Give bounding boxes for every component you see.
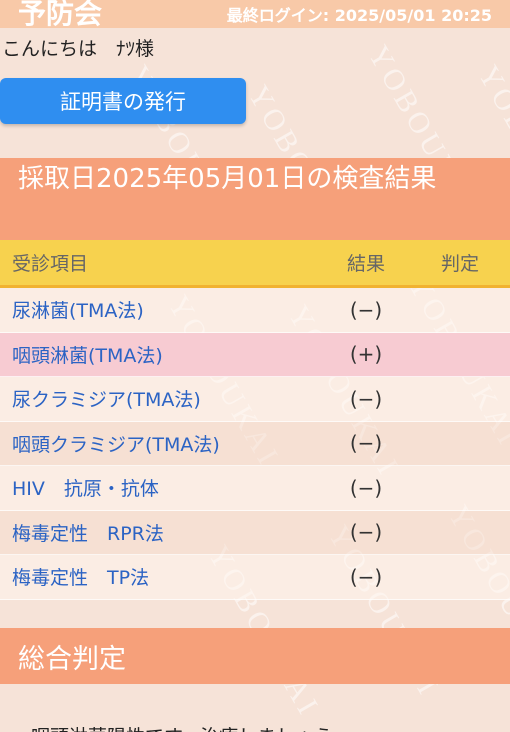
table-row: 咽頭クラミジア(TMA法) (−) [0,421,510,466]
row-result: (−) [349,475,383,500]
issue-certificate-button[interactable]: 証明書の発行 [0,78,246,124]
header-item: 受診項目 [12,253,89,275]
row-result: (−) [349,520,383,545]
table-row: HIV 抗原・抗体 (−) [0,466,510,511]
row-result: (−) [349,297,383,322]
table-row: 尿淋菌(TMA法) (−) [0,288,510,333]
summary-title: 総合判定 [0,627,510,684]
table-row: 尿クラミジア(TMA法) (−) [0,377,510,422]
top-bar: 予防会 最終ログイン: 2025/05/01 20:25 [0,0,510,30]
results-table-header: 受診項目 結果 判定 [0,240,510,288]
last-login: 最終ログイン: 2025/05/01 20:25 [227,2,492,26]
greeting-text: こんにちは ﾅﾂ様 [2,38,155,60]
row-item: 咽頭淋菌(TMA法) [12,344,163,367]
header-judgement: 判定 [440,253,479,275]
row-item: 梅毒定性 RPR法 [12,522,164,545]
row-result: (−) [349,564,383,589]
summary-text: ・咽頭淋菌陽性です。治療しましょう。 [0,684,510,732]
row-item: 梅毒定性 TP法 [12,567,150,590]
table-row: 梅毒定性 TP法 (−) [0,555,510,600]
row-item: 咽頭クラミジア(TMA法) [12,433,220,456]
certificate-area: 証明書の発行 [0,62,510,158]
last-login-label: 最終ログイン: [226,6,330,25]
row-item: 尿クラミジア(TMA法) [12,389,201,412]
row-result: (+) [349,342,383,367]
result-section-title: 採取日2025年05月01日の検査結果 [0,158,510,240]
table-row: 梅毒定性 RPR法 (−) [0,510,510,555]
header-result: 結果 [346,253,385,275]
row-result: (−) [349,386,383,411]
last-login-value: 2025/05/01 20:25 [334,6,492,25]
row-result: (−) [349,431,383,456]
brand-logo: 予防会 [18,0,103,30]
row-item: HIV 抗原・抗体 [12,478,159,501]
table-row-positive: 咽頭淋菌(TMA法) (+) [0,332,510,377]
row-item: 尿淋菌(TMA法) [12,300,144,323]
